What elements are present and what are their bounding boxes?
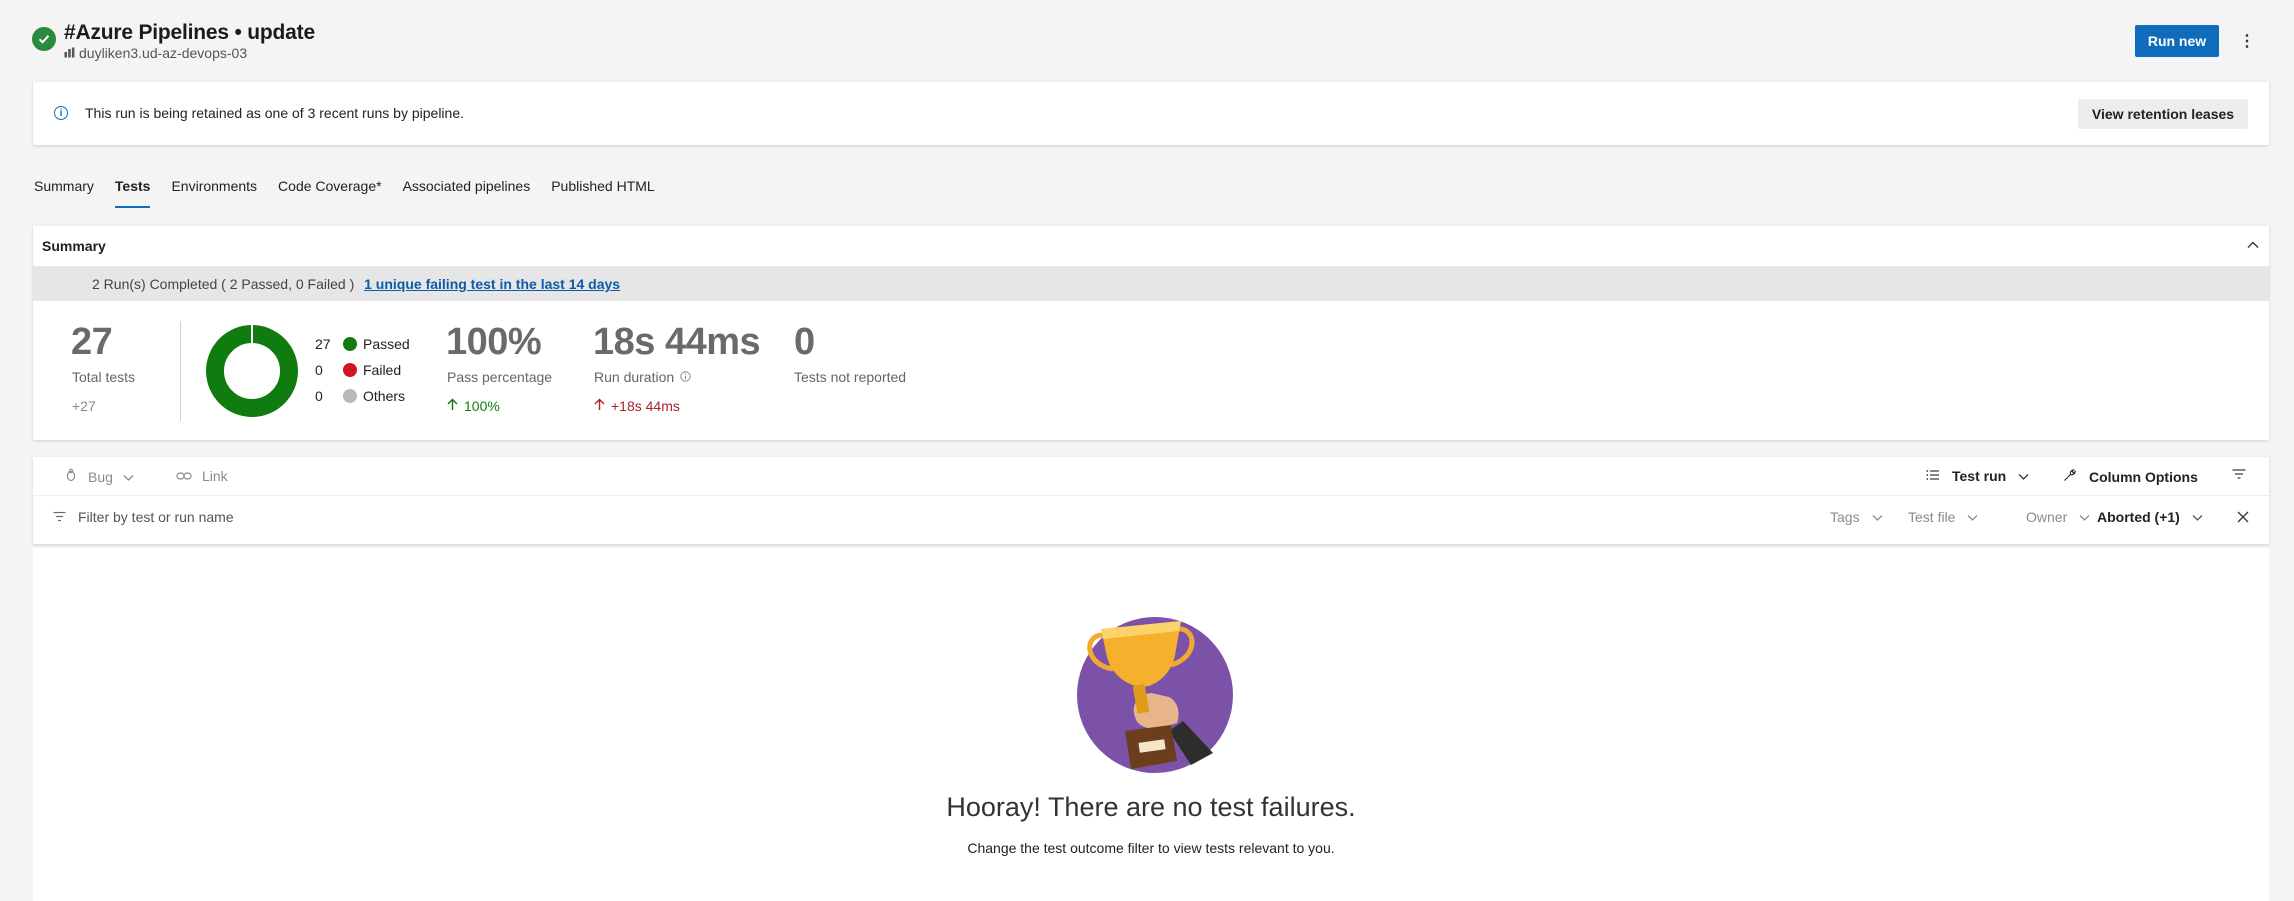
outcome-legend: 27 Passed 0 Failed 0 Others [315,336,410,404]
pass-percentage-label: Pass percentage [447,369,553,385]
tab-tests[interactable]: Tests [114,178,150,208]
tags-filter-dropdown[interactable]: Tags [1830,509,1883,525]
chevron-down-icon [1967,509,1978,525]
legend-others-label: Others [363,388,406,404]
list-icon [1926,468,1940,484]
chevron-down-icon [2079,509,2090,525]
empty-state-title: Hooray! There are no test failures. [946,792,1356,822]
project-name[interactable]: duyliken3.ud-az-devops-03 [79,45,247,61]
info-icon: i [54,106,68,120]
arrow-up-icon [594,398,605,414]
test-run-label: Test run [1952,468,2007,484]
bug-button[interactable]: Bug [64,468,134,485]
bug-icon [64,468,78,485]
legend-others: 0 Others [315,388,410,404]
run-duration-label: Run duration [594,369,675,385]
chevron-down-icon [123,469,134,485]
duration-delta-text: +18s 44ms [611,398,680,414]
total-tests-value: 27 [71,321,113,363]
legend-passed: 27 Passed [315,336,410,352]
bug-label: Bug [88,468,113,485]
pipeline-subtitle[interactable]: duyliken3.ud-az-devops-03 [64,45,247,61]
legend-failed: 0 Failed [315,362,410,378]
test-file-filter-dropdown[interactable]: Test file [1908,509,1978,525]
legend-failed-count: 0 [315,362,323,378]
empty-state-panel: Hooray! There are no test failures. Chan… [33,548,2269,901]
page-title: #Azure Pipelines • update [64,21,315,44]
run-new-button[interactable]: Run new [2135,25,2219,57]
chevron-down-icon [2018,468,2029,484]
passed-dot-icon [343,337,357,351]
link-button[interactable]: Link [176,468,228,484]
failing-tests-link[interactable]: 1 unique failing test in the last 14 day… [364,276,620,292]
test-run-groupby-dropdown[interactable]: Test run [1926,468,2029,484]
banner-message: This run is being retained as one of 3 r… [85,105,465,121]
column-options-button[interactable]: Column Options [2063,468,2198,485]
results-toolbar: Bug Link Test run Column Options Filter … [33,457,2269,544]
runs-completed-label: 2 Run(s) Completed ( 2 Passed, 0 Failed … [92,276,355,292]
tab-summary[interactable]: Summary [34,178,94,208]
owner-filter-dropdown[interactable]: Owner [2026,509,2090,525]
test-file-filter-label: Test file [1908,509,1956,525]
outcome-filter-dropdown[interactable]: Aborted (+1) [2097,509,2203,525]
outcome-donut-chart [205,324,299,418]
legend-passed-count: 27 [315,336,331,352]
more-options-icon[interactable]: ⋮ [2237,27,2257,55]
run-status-success-icon [32,27,56,51]
chevron-up-icon[interactable] [2246,238,2260,252]
tab-associated-pipelines[interactable]: Associated pipelines [403,178,531,208]
arrow-up-icon [447,398,458,414]
owner-filter-label: Owner [2026,509,2068,525]
total-tests-delta: +27 [72,398,96,414]
pass-percentage-value: 100% [446,321,542,363]
pass-percentage-delta: 100% [447,398,500,414]
wrench-icon [2063,468,2077,485]
empty-state-subtitle: Change the test outcome filter to view t… [967,840,1335,856]
column-options-label: Column Options [2089,468,2198,485]
run-duration-label-group: Run duration [594,369,691,385]
filter-toggle-icon[interactable] [2232,468,2246,480]
tests-not-reported-label: Tests not reported [794,369,907,385]
info-icon[interactable] [680,369,691,385]
outcome-filter-label: Aborted (+1) [2097,509,2180,525]
pass-delta-text: 100% [464,398,500,414]
tab-published-html[interactable]: Published HTML [551,178,655,208]
chevron-down-icon [1872,509,1883,525]
others-dot-icon [343,389,357,403]
run-tabs: Summary Tests Environments Code Coverage… [34,178,676,208]
runs-completed-bar: 2 Run(s) Completed ( 2 Passed, 0 Failed … [33,266,2269,301]
chevron-down-icon [2192,509,2203,525]
tags-filter-label: Tags [1830,509,1860,525]
tests-not-reported-value: 0 [794,321,815,363]
filter-keyword-box[interactable]: Filter by test or run name [53,509,234,525]
repo-icon [64,45,75,61]
failed-dot-icon [343,363,357,377]
legend-failed-label: Failed [363,362,402,378]
runs-completed-text: 2 Run(s) Completed ( 2 Passed, 0 Failed … [92,276,620,292]
view-retention-leases-button[interactable]: View retention leases [2078,99,2248,129]
summary-heading: Summary [42,238,106,254]
retention-banner: i This run is being retained as one of 3… [33,82,2269,145]
link-label: Link [202,468,228,484]
summary-card: Summary 2 Run(s) Completed ( 2 Passed, 0… [33,226,2269,440]
summary-divider [180,321,181,421]
run-duration-value: 18s 44ms [593,321,761,363]
run-duration-delta: +18s 44ms [594,398,680,414]
filter-placeholder: Filter by test or run name [78,509,234,525]
total-tests-label: Total tests [72,369,136,385]
clear-filters-close-icon[interactable] [2237,511,2249,523]
tab-code-coverage[interactable]: Code Coverage* [278,178,382,208]
filter-icon [53,509,66,525]
trophy-illustration-icon [1073,613,1233,773]
tab-environments[interactable]: Environments [171,178,257,208]
legend-passed-label: Passed [363,336,410,352]
link-icon [176,468,192,484]
legend-others-count: 0 [315,388,323,404]
